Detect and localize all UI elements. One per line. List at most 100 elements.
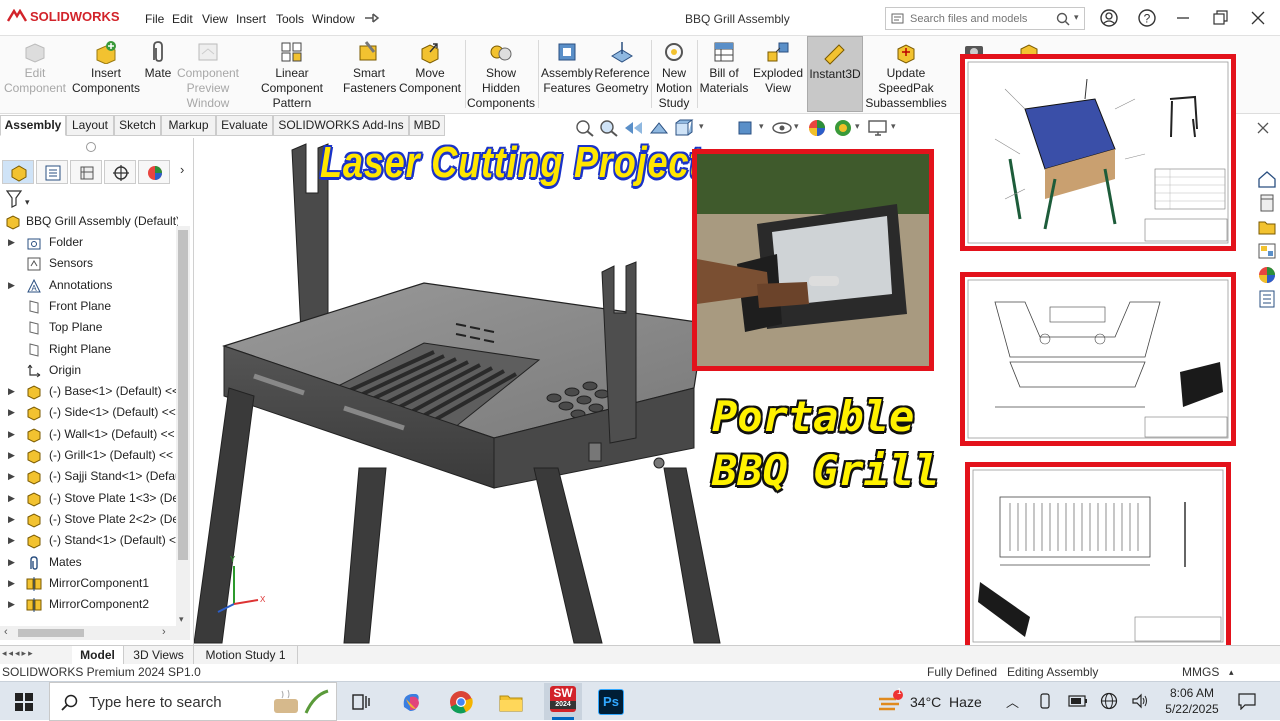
units-dropdown-icon[interactable]: ▴ xyxy=(1229,664,1234,681)
tree-item[interactable]: Origin xyxy=(0,360,178,381)
assembly-features-button[interactable]: Assembly Features xyxy=(540,36,594,112)
tree-root[interactable]: BBQ Grill Assembly (Default) xyxy=(0,211,178,232)
close-icon[interactable] xyxy=(1248,8,1268,28)
tree-item[interactable]: ▶ (-) Grill<1> (Default) << xyxy=(0,445,178,466)
linear-component-pattern-button[interactable]: Linear Component Pattern xyxy=(243,36,341,112)
dimxpert-manager-tab[interactable] xyxy=(104,160,136,184)
section-view-icon[interactable] xyxy=(649,119,669,137)
scrollbar-thumb[interactable] xyxy=(178,230,188,560)
menu-tools[interactable]: Tools xyxy=(276,12,304,26)
tab-model[interactable]: Model xyxy=(72,646,124,664)
update-speedpak-button[interactable]: Update SpeedPak Subassemblies xyxy=(865,36,947,112)
hide-show-dropdown-icon[interactable]: ▾ xyxy=(794,121,799,132)
device-icon[interactable] xyxy=(1037,693,1053,709)
tab-markup[interactable]: Markup xyxy=(161,115,216,136)
help-icon[interactable]: ? xyxy=(1137,8,1157,28)
tree-item[interactable]: ▶ A Annotations xyxy=(0,275,178,296)
view-settings-dropdown-icon[interactable]: ▾ xyxy=(891,121,896,132)
exploded-view-button[interactable]: Exploded View xyxy=(751,36,805,112)
new-motion-study-button[interactable]: New Motion Study xyxy=(653,36,695,112)
tab-3d-views[interactable]: 3D Views xyxy=(124,646,194,664)
scroll-right-icon[interactable]: › xyxy=(162,626,166,638)
appearances-icon[interactable] xyxy=(1257,265,1277,285)
menu-window[interactable]: Window xyxy=(312,12,355,26)
solidworks-resources-icon[interactable] xyxy=(1257,169,1277,189)
network-globe-icon[interactable] xyxy=(1100,692,1118,710)
feature-manager-tab[interactable] xyxy=(2,160,34,184)
expand-arrow-icon[interactable]: ▶ xyxy=(8,488,15,509)
manager-tabs-expand-icon[interactable]: › xyxy=(180,162,184,177)
tree-item[interactable]: ▶ MirrorComponent2 xyxy=(0,594,178,615)
property-manager-tab[interactable] xyxy=(36,160,68,184)
search-box[interactable]: ▾ xyxy=(885,7,1085,30)
tab-layout[interactable]: Layout xyxy=(66,115,114,136)
view-settings-monitor-icon[interactable] xyxy=(867,119,889,137)
unit-system[interactable]: MMGS xyxy=(1182,664,1219,681)
tree-item[interactable]: Sensors xyxy=(0,253,178,274)
component-preview-window-button[interactable]: Component Preview Window xyxy=(175,36,241,112)
expand-arrow-icon[interactable]: ▶ xyxy=(8,594,15,615)
minimize-icon[interactable] xyxy=(1173,8,1193,28)
tree-item[interactable]: ▶ (-) Stove Plate 2<2> (De xyxy=(0,509,178,530)
file-explorer-icon[interactable] xyxy=(1257,217,1277,237)
tab-evaluate[interactable]: Evaluate xyxy=(216,115,273,136)
tree-vertical-scrollbar[interactable]: ▾ xyxy=(176,226,190,626)
instant3d-button[interactable]: Instant3D xyxy=(807,36,863,112)
tree-item[interactable]: ▶ (-) Stove Plate 1<3> (De xyxy=(0,488,178,509)
expand-arrow-icon[interactable]: ▶ xyxy=(8,509,15,530)
tree-item[interactable]: ▶ (-) Wall<1> (Default) << xyxy=(0,424,178,445)
tree-item[interactable]: ▶ Folder xyxy=(0,232,178,253)
smart-fasteners-button[interactable]: Smart Fasteners xyxy=(343,36,396,112)
tree-item[interactable]: ▶ (-) Side<1> (Default) << xyxy=(0,402,178,423)
chrome-icon[interactable] xyxy=(446,687,476,717)
design-library-icon[interactable] xyxy=(1257,193,1277,213)
tree-item[interactable]: ▶ (-) Sajji Stand<1> (Defau xyxy=(0,466,178,487)
display-manager-tab[interactable] xyxy=(138,160,170,184)
tree-item[interactable]: Front Plane xyxy=(0,296,178,317)
move-component-button[interactable]: Move Component xyxy=(397,36,463,112)
expand-arrow-icon[interactable]: ▶ xyxy=(8,381,15,402)
tree-item[interactable]: ▶ Mates xyxy=(0,552,178,573)
notifications-icon[interactable] xyxy=(1237,692,1257,710)
tree-horizontal-scrollbar[interactable]: ‹ › xyxy=(0,626,190,640)
tab-solidworks-add-ins[interactable]: SOLIDWORKS Add-Ins xyxy=(273,115,409,136)
hide-show-items-icon[interactable] xyxy=(771,119,793,137)
menu-edit[interactable]: Edit xyxy=(172,12,193,26)
tab-motion-study-1[interactable]: Motion Study 1 xyxy=(194,646,298,664)
weather-text[interactable]: 34°C Haze xyxy=(910,694,982,710)
expand-arrow-icon[interactable]: ▶ xyxy=(8,552,15,573)
insert-components-button[interactable]: Insert Components xyxy=(70,36,142,112)
taskbar-search-box[interactable]: Type here to search xyxy=(49,682,337,721)
solidworks-taskbar-button[interactable]: SW 2024 xyxy=(544,683,582,720)
expand-arrow-icon[interactable]: ▶ xyxy=(8,466,15,487)
apply-scene-icon[interactable] xyxy=(833,118,853,138)
view-orientation-icon[interactable] xyxy=(673,119,697,137)
view-orientation-dropdown-icon[interactable]: ▾ xyxy=(699,121,704,132)
display-style-dropdown-icon[interactable]: ▾ xyxy=(759,121,764,132)
clock[interactable]: 8:06 AM 5/22/2025 xyxy=(1160,685,1224,717)
bill-of-materials-button[interactable]: Bill of Materials xyxy=(699,36,749,112)
menu-insert[interactable]: Insert xyxy=(236,12,266,26)
mate-button[interactable]: Mate xyxy=(142,36,174,112)
zoom-to-area-icon[interactable] xyxy=(599,119,619,137)
zoom-to-fit-icon[interactable] xyxy=(575,119,595,137)
task-view-icon[interactable] xyxy=(346,687,376,717)
tree-item[interactable]: Top Plane xyxy=(0,317,178,338)
filter-icon[interactable]: ▾ xyxy=(6,190,32,208)
previous-view-icon[interactable] xyxy=(623,119,645,137)
tree-item[interactable]: ▶ (-) Stand<1> (Default) < xyxy=(0,530,178,551)
expand-arrow-icon[interactable]: ▶ xyxy=(8,424,15,445)
photoshop-icon[interactable]: Ps xyxy=(598,689,624,715)
expand-arrow-icon[interactable]: ▶ xyxy=(8,530,15,551)
show-hidden-icons-icon[interactable]: ︿ xyxy=(1006,692,1019,711)
volume-icon[interactable] xyxy=(1131,692,1149,710)
tree-item[interactable]: Right Plane xyxy=(0,339,178,360)
restore-icon[interactable] xyxy=(1210,8,1230,28)
edit-component-button[interactable]: Edit Component xyxy=(2,36,68,112)
pin-icon[interactable] xyxy=(364,11,380,25)
menu-view[interactable]: View xyxy=(202,12,228,26)
view-palette-icon[interactable] xyxy=(1257,241,1277,261)
tree-item[interactable]: ▶ MirrorComponent1 xyxy=(0,573,178,594)
display-style-icon[interactable] xyxy=(735,119,757,137)
search-input[interactable] xyxy=(910,11,1050,27)
